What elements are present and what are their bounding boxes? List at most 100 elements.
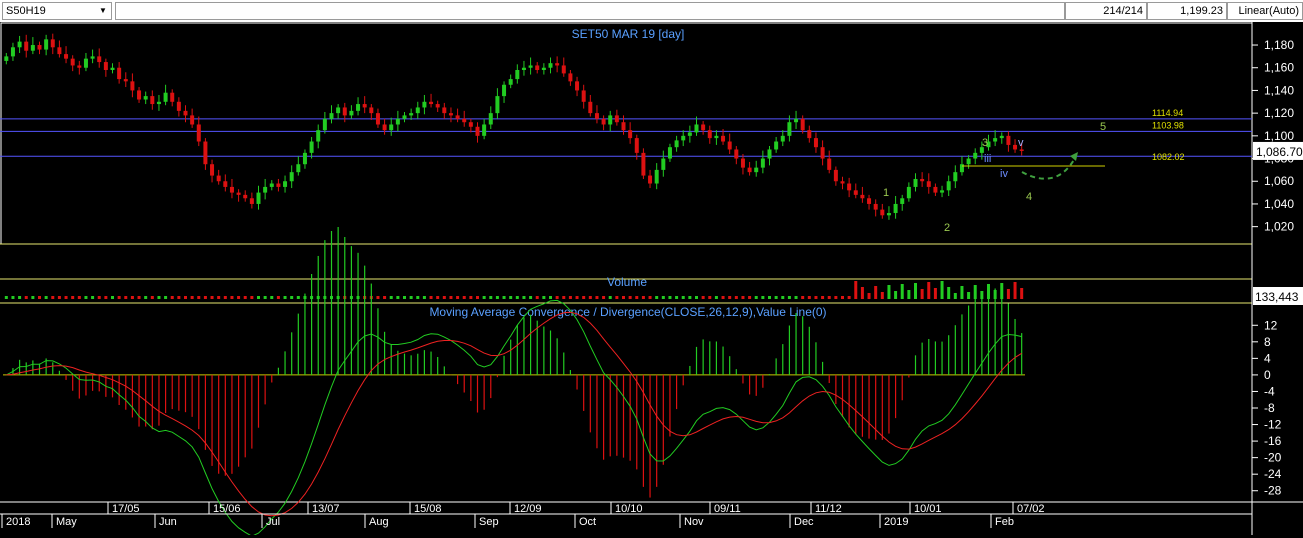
- scale-mode[interactable]: Linear(Auto): [1227, 2, 1303, 20]
- candle-body: [1019, 149, 1024, 151]
- candle-body: [694, 124, 699, 133]
- candle-body: [468, 122, 473, 127]
- candle-body: [123, 79, 128, 82]
- volume-bar: [794, 296, 798, 299]
- candle-body: [946, 181, 951, 191]
- candle-body: [933, 186, 938, 193]
- volume-bar: [502, 296, 506, 299]
- volume-bar: [396, 296, 400, 299]
- candle-body: [847, 183, 852, 191]
- volume-bar: [648, 296, 652, 299]
- volume-bar: [973, 285, 977, 299]
- candle-body: [50, 39, 55, 48]
- candle-body: [535, 65, 540, 70]
- x-month-label: 2018: [6, 516, 30, 528]
- candle-body: [263, 186, 268, 193]
- volume-bar: [509, 296, 513, 299]
- chart-svg[interactable]: 1,1801,1601,1401,1201,1001,0801,0601,040…: [0, 22, 1303, 537]
- volume-bar: [383, 296, 387, 299]
- volume-bar: [701, 296, 705, 299]
- volume-bar: [914, 283, 917, 299]
- symbol-selector[interactable]: S50H19 ▼: [2, 2, 112, 20]
- candle-body: [767, 149, 772, 159]
- candle-body: [641, 152, 646, 176]
- volume-bar: [389, 296, 393, 299]
- volume-bar: [71, 296, 75, 299]
- volume-bar: [1020, 288, 1024, 299]
- candle-body: [833, 169, 838, 182]
- candle-body: [170, 92, 175, 102]
- candle-body: [448, 113, 453, 116]
- y-tick-label: 1,180: [1264, 38, 1294, 52]
- candle-body: [276, 183, 281, 187]
- candle-body: [256, 192, 261, 204]
- macd-y-tick-label: 4: [1264, 351, 1271, 365]
- level-label: 1103.98: [1152, 120, 1184, 130]
- candle-body: [721, 135, 726, 142]
- chart-area[interactable]: 1,1801,1601,1401,1201,1001,0801,0601,040…: [0, 22, 1303, 537]
- candle-body: [853, 190, 858, 195]
- candle-body: [940, 190, 945, 193]
- candle-body: [329, 113, 334, 119]
- volume-bar: [774, 296, 778, 299]
- volume-bar: [276, 296, 280, 299]
- chevron-down-icon[interactable]: ▼: [97, 5, 109, 17]
- x-date-label: 11/12: [815, 503, 842, 515]
- volume-bar: [880, 292, 884, 299]
- x-date-label: 15/08: [414, 503, 442, 515]
- candle-body: [24, 41, 29, 51]
- candle-body: [1013, 144, 1018, 150]
- candle-body: [681, 135, 686, 141]
- volume-bar: [661, 296, 665, 299]
- candle-body: [860, 194, 865, 199]
- volume-bar: [57, 296, 61, 299]
- y-tick-label: 1,100: [1264, 129, 1294, 143]
- volume-bar: [940, 281, 944, 299]
- wave-label: 3: [982, 137, 988, 149]
- volume-bar: [754, 296, 758, 299]
- volume-bar: [130, 296, 134, 299]
- candle-body: [541, 67, 546, 70]
- level-label: 1082.02: [1152, 152, 1185, 162]
- candle-body: [900, 198, 905, 204]
- volume-bar: [695, 296, 698, 299]
- candle-body: [375, 113, 380, 125]
- volume-bar: [117, 296, 121, 299]
- volume-bar: [436, 296, 440, 299]
- candle-body: [97, 56, 102, 63]
- candle-body: [867, 198, 872, 204]
- volume-bar: [721, 296, 725, 299]
- macd-y-tick-label: -8: [1264, 401, 1275, 415]
- volume-bar: [761, 296, 765, 299]
- bars-count: 214/214: [1065, 2, 1147, 20]
- volume-bar: [860, 287, 864, 299]
- candle-body: [10, 47, 15, 57]
- volume-bar: [250, 296, 254, 299]
- projection-arrow-icon: [1070, 152, 1078, 161]
- macd-y-tick-label: -20: [1264, 451, 1282, 465]
- volume-bar: [568, 296, 572, 299]
- candle-body: [508, 79, 513, 85]
- macd-y-tick-label: -28: [1264, 484, 1282, 498]
- candle-body: [813, 138, 818, 148]
- candle-body: [475, 126, 480, 136]
- volume-bar: [907, 290, 911, 299]
- volume-bar: [104, 296, 108, 299]
- candle-body: [30, 45, 35, 51]
- volume-bar: [18, 296, 22, 299]
- candle-body: [959, 164, 964, 173]
- volume-bar: [476, 296, 479, 299]
- wave-label: 5: [1100, 121, 1106, 133]
- candle-body: [163, 92, 168, 102]
- candle-body: [661, 158, 666, 170]
- volume-bar: [847, 296, 851, 299]
- candle-body: [893, 203, 898, 214]
- x-date-label: 13/07: [312, 503, 340, 515]
- x-month-label: May: [56, 516, 77, 528]
- volume-bar: [688, 296, 692, 299]
- candle-body: [210, 164, 215, 176]
- volume-bar: [641, 296, 645, 299]
- x-date-label: 15/06: [213, 503, 241, 515]
- candle-body: [774, 141, 779, 150]
- candle-body: [734, 149, 739, 159]
